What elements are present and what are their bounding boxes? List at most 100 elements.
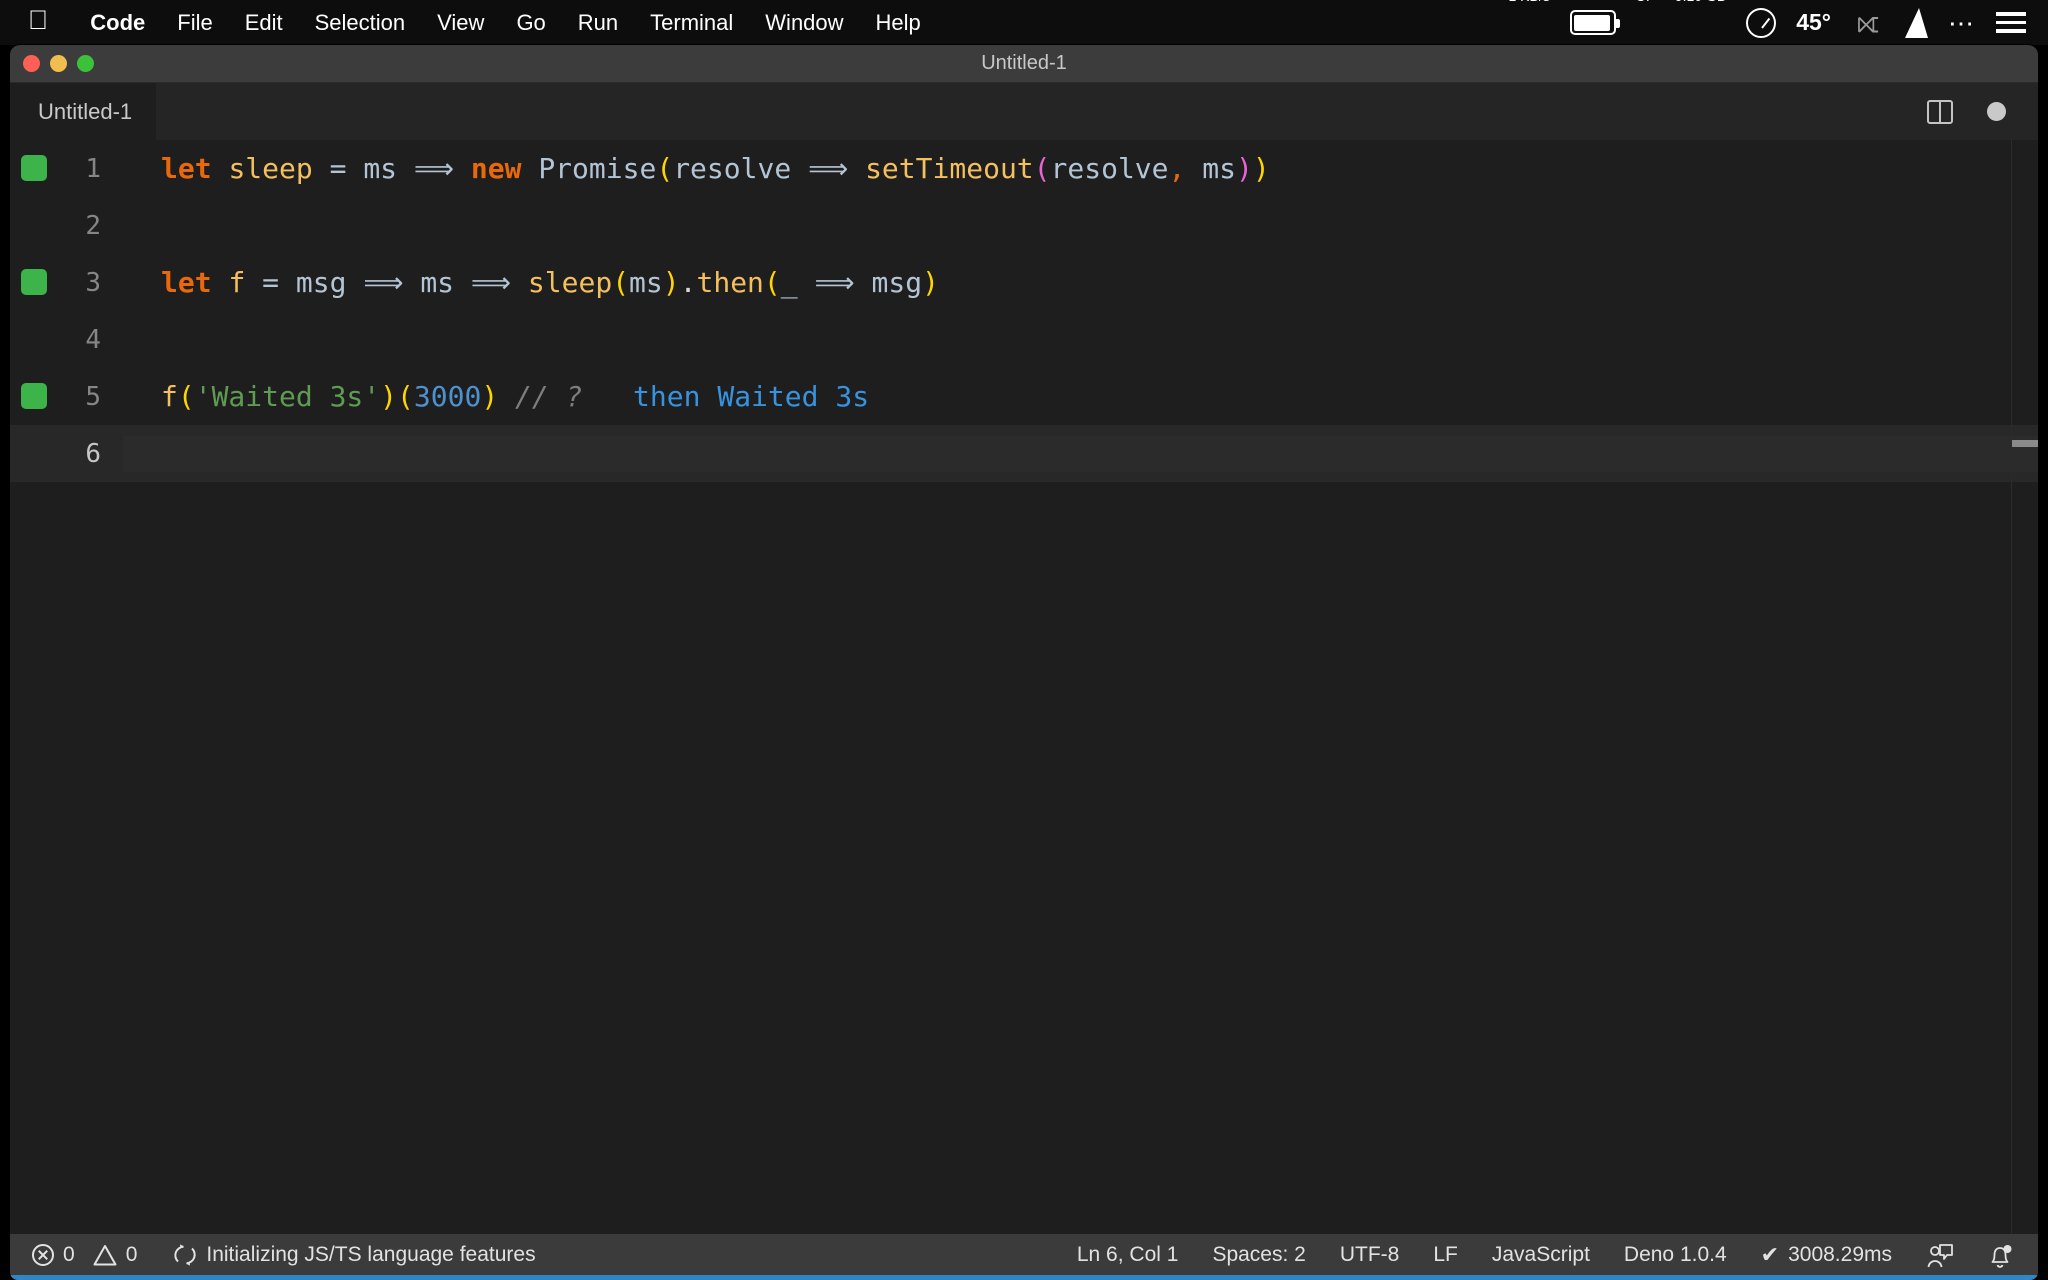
code-token: )	[662, 266, 680, 299]
network-upload-rate: 1 KB/s	[1508, 0, 1549, 5]
line-number: 6	[85, 438, 101, 469]
cloud-sync-icon[interactable]: ⟖	[1851, 6, 1885, 39]
app-shard-icon[interactable]	[1905, 7, 1928, 38]
code-token: )	[380, 380, 398, 413]
runtime-version-item[interactable]: Deno 1.0.4	[1624, 1243, 1727, 1267]
code-token: ⟹	[470, 266, 512, 299]
indentation-item[interactable]: Spaces: 2	[1212, 1243, 1305, 1267]
code-line-content: f('Waited 3s')(3000) // ? then Waited 3s	[123, 380, 2038, 413]
menu-item-file[interactable]: File	[161, 10, 228, 36]
run-duration-item[interactable]: ✔ 3008.29ms	[1761, 1242, 1892, 1268]
line-number: 4	[85, 324, 101, 355]
code-token: f	[161, 380, 178, 413]
code-token: msg	[295, 266, 347, 299]
menu-item-go[interactable]: Go	[500, 10, 561, 36]
temperature-indicator[interactable]: 45°	[1796, 9, 1831, 36]
run-marker-icon[interactable]	[21, 155, 47, 181]
code-token: )	[481, 380, 499, 413]
status-bar-right: Ln 6, Col 1 Spaces: 2 UTF-8 LF JavaScrip…	[1077, 1242, 2038, 1268]
menu-item-view[interactable]: View	[421, 10, 500, 36]
code-line[interactable]: 1 let sleep = ms ⟹ new Promise(resolve ⟹ …	[10, 140, 2038, 197]
menu-item-code[interactable]: Code	[74, 10, 161, 36]
battery-icon[interactable]	[1569, 10, 1620, 35]
cursor-position-item[interactable]: Ln 6, Col 1	[1077, 1243, 1179, 1267]
speedometer-icon[interactable]	[1746, 7, 1777, 38]
editor-tab-label: Untitled-1	[38, 98, 133, 124]
error-count: 0	[63, 1242, 75, 1266]
run-marker-icon[interactable]	[21, 383, 47, 409]
code-line-content	[123, 435, 2038, 472]
code-token: 'Waited 3s'	[194, 380, 381, 413]
sync-spinner-icon	[173, 1243, 197, 1267]
code-token: ⟹	[363, 266, 404, 299]
run-marker-icon[interactable]	[21, 269, 47, 295]
code-line[interactable]: 6	[10, 425, 2038, 482]
unsaved-changes-indicator-icon[interactable]	[1987, 102, 2006, 121]
more-options-icon[interactable]: ⋯	[1948, 10, 1976, 36]
editor-tab-untitled-1[interactable]: Untitled-1	[10, 83, 158, 140]
menu-item-window[interactable]: Window	[749, 10, 859, 36]
code-token: ms	[420, 266, 455, 299]
menu-item-run[interactable]: Run	[562, 10, 634, 36]
control-center-icon[interactable]	[1996, 12, 2026, 33]
code-line[interactable]: 4	[10, 311, 2038, 368]
code-editor[interactable]: 1 let sleep = ms ⟹ new Promise(resolve ⟹ …	[10, 140, 2038, 1234]
feedback-icon[interactable]	[1926, 1242, 1953, 1268]
code-token: resolve	[673, 152, 792, 185]
code-token: Promise	[538, 152, 657, 185]
code-token: resolve	[1050, 152, 1169, 185]
split-editor-icon[interactable]	[1927, 99, 1953, 124]
code-lines: 1 let sleep = ms ⟹ new Promise(resolve ⟹ …	[10, 140, 2038, 482]
code-token: =	[329, 152, 347, 185]
code-token: f	[228, 266, 246, 299]
menu-item-selection[interactable]: Selection	[299, 10, 422, 36]
code-token: ms	[363, 152, 398, 185]
status-bar: 0 0 Initializing JS/TS language features…	[10, 1234, 2038, 1280]
task-status-item[interactable]: Initializing JS/TS language features	[173, 1243, 536, 1267]
memory-used-value: 9.10 GB	[1675, 0, 1726, 5]
menu-item-terminal[interactable]: Terminal	[634, 10, 749, 36]
code-line-content: let f = msg ⟹ ms ⟹ sleep(ms).then(_ ⟹ ms…	[123, 266, 2038, 299]
vscode-window: Untitled-1 Untitled-1 1 let sleep = ms ⟹ …	[10, 45, 2038, 1280]
code-token: sleep	[228, 152, 313, 185]
code-token: )	[922, 266, 939, 299]
editor-tabbar: Untitled-1	[10, 83, 2038, 140]
code-line[interactable]: 2	[10, 197, 2038, 254]
code-line[interactable]: 3 let f = msg ⟹ ms ⟹ sleep(ms).then(_ ⟹ m…	[10, 254, 2038, 311]
code-token: ms	[1202, 152, 1236, 185]
status-bar-left: 0 0 Initializing JS/TS language features	[10, 1243, 536, 1267]
code-token: let	[161, 152, 212, 185]
encoding-item[interactable]: UTF-8	[1340, 1243, 1400, 1267]
line-number: 2	[85, 210, 101, 241]
eol-item[interactable]: LF	[1433, 1243, 1458, 1267]
code-token: ⟹	[413, 152, 455, 185]
code-token: new	[470, 152, 522, 185]
window-title: Untitled-1	[981, 52, 1067, 74]
notifications-bell-icon[interactable]	[1986, 1242, 2012, 1268]
language-mode-item[interactable]: JavaScript	[1492, 1243, 1590, 1267]
editor-scrollbar[interactable]	[2012, 140, 2038, 1234]
problems-status-item[interactable]: 0 0	[32, 1243, 137, 1267]
scrollbar-marker[interactable]	[2012, 440, 2038, 447]
code-line[interactable]: 5 f('Waited 3s')(3000) // ? then Waited 3…	[10, 368, 2038, 425]
code-token: 3000	[413, 380, 482, 413]
code-token: .	[679, 266, 697, 299]
code-token: setTimeout	[865, 152, 1034, 185]
code-token: )	[1252, 152, 1270, 185]
menu-item-help[interactable]: Help	[860, 10, 937, 36]
apple-logo-icon[interactable]: 	[28, 7, 48, 34]
menu-item-edit[interactable]: Edit	[229, 10, 299, 36]
code-token: (	[1033, 152, 1051, 185]
code-line-content: let sleep = ms ⟹ new Promise(resolve ⟹ s…	[123, 152, 2038, 185]
